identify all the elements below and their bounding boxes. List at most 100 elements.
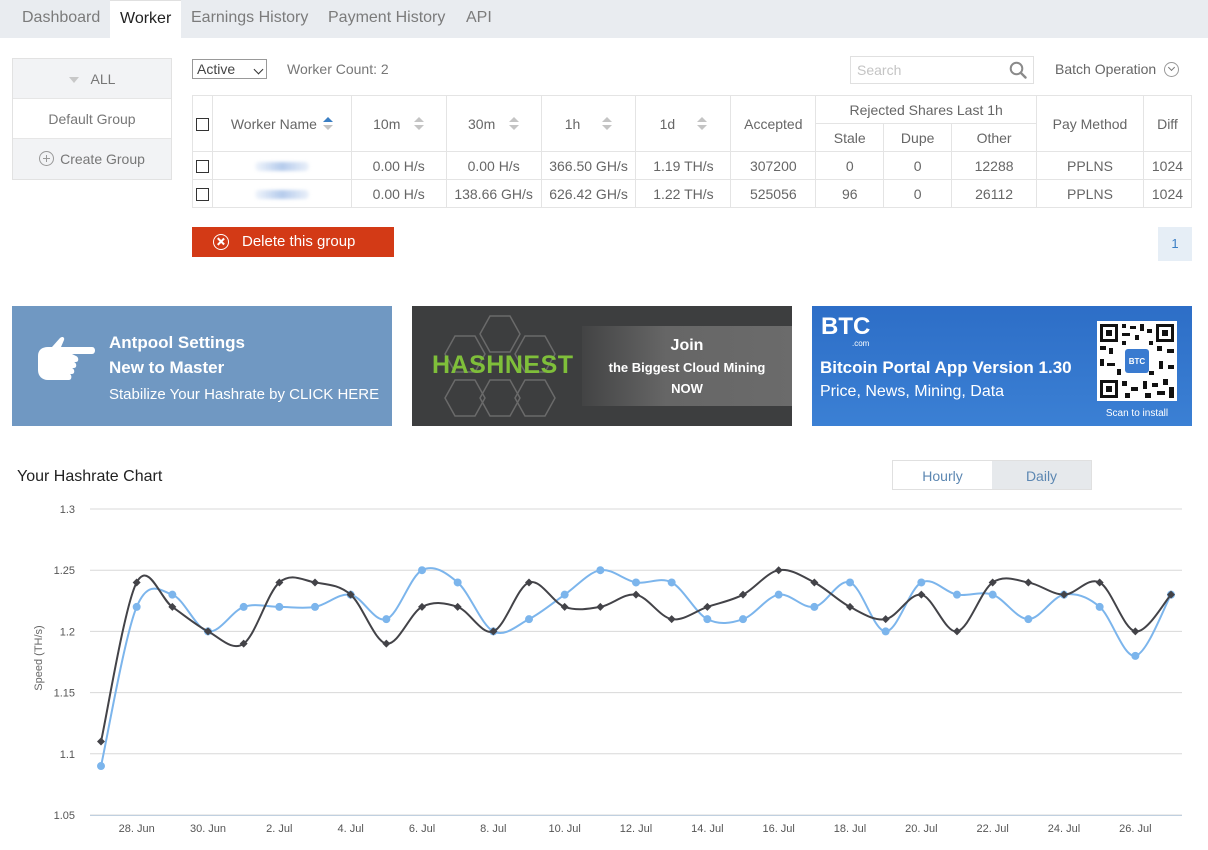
data-point (382, 639, 391, 648)
col-10m[interactable]: 10m (350, 95, 447, 152)
redacted-worker-name (254, 190, 309, 200)
data-point (239, 602, 248, 611)
cell-accepted: 307200 (730, 151, 817, 180)
data-point (632, 590, 640, 599)
x-tick-label: 2. Jul (266, 823, 292, 835)
data-point (703, 615, 712, 624)
worker-table: Worker Name 10m 30m 1h 1d Accepted Rejec… (192, 95, 1193, 208)
data-point (988, 590, 997, 599)
tab-dashboard[interactable]: Dashboard (22, 0, 100, 38)
antpool-banner-line2: New to Master (109, 358, 225, 377)
group-list: ALL Default Group Create Group (12, 58, 172, 180)
col-1h[interactable]: 1h (540, 95, 637, 152)
row-checkbox[interactable] (195, 188, 209, 202)
pointing-hand-icon (38, 336, 95, 380)
chevron-circle-down-icon (1164, 62, 1180, 77)
create-group-label: Create Group (60, 151, 145, 167)
search-input[interactable] (851, 57, 1001, 83)
hashnest-banner[interactable]: HASHNEST Join the Biggest Cloud Mining N… (412, 306, 792, 426)
pagination-page-1[interactable]: 1 (1158, 227, 1192, 261)
status-select[interactable]: Active (192, 59, 267, 79)
tab-api[interactable]: API (466, 0, 492, 38)
y-tick-label: 1.25 (54, 565, 75, 577)
btc-portal-banner[interactable]: BTC .com Bitcoin Portal App Version 1.30… (812, 306, 1192, 426)
data-point (97, 762, 105, 771)
y-tick-label: 1.1 (60, 749, 75, 761)
delete-group-button[interactable]: Delete this group (192, 227, 394, 257)
cell-diff: 1024 (1142, 151, 1193, 180)
group-item-label: ALL (90, 71, 116, 87)
hashnest-banner-line1: Join (670, 337, 704, 354)
data-point (953, 627, 961, 636)
worker-name-cell[interactable] (211, 151, 352, 180)
row-checkbox[interactable] (195, 160, 209, 174)
y-tick-label: 1.2 (60, 626, 75, 638)
group-item-default[interactable]: Default Group (13, 99, 171, 139)
col-label: Worker Name (230, 115, 317, 132)
tab-earnings-history[interactable]: Earnings History (191, 0, 308, 38)
x-tick-label: 18. Jul (834, 823, 866, 835)
row-select-cell (192, 151, 213, 180)
cell-10m: 0.00 H/s (350, 151, 447, 180)
close-circle-icon (213, 234, 229, 250)
search-box (850, 56, 1034, 84)
chart-grid (90, 508, 1182, 816)
data-point (1131, 627, 1140, 636)
tab-payment-history[interactable]: Payment History (328, 0, 445, 38)
data-point (846, 578, 854, 587)
hashnest-logo: HASHNEST (432, 351, 574, 379)
redacted-worker-name (254, 162, 309, 172)
data-point (132, 602, 141, 611)
y-tick-label: 1.3 (60, 504, 75, 516)
col-30m[interactable]: 30m (445, 95, 542, 152)
batch-operation-button[interactable]: Batch Operation (1055, 61, 1180, 77)
cell-dupe: 0 (883, 151, 953, 180)
data-point (1131, 651, 1140, 660)
chart-title: Your Hashrate Chart (17, 468, 163, 485)
cell-pay-method: PPLNS (1036, 151, 1144, 180)
y-tick-label: 1.15 (54, 688, 75, 700)
tab-worker[interactable]: Worker (110, 0, 182, 38)
x-tick-label: 4. Jul (338, 823, 364, 835)
x-tick-label: 26. Jul (1119, 823, 1151, 835)
data-point (917, 590, 926, 599)
x-tick-label: 20. Jul (905, 823, 937, 835)
btc-logo: BTC (821, 313, 871, 340)
col-1d[interactable]: 1d (635, 95, 732, 152)
data-point (1095, 602, 1104, 611)
sort-icon (509, 116, 520, 131)
data-point (1024, 578, 1033, 587)
data-point (953, 590, 961, 599)
data-point (632, 578, 640, 587)
data-point (810, 578, 819, 587)
data-point (275, 602, 284, 611)
data-point (703, 602, 712, 611)
cell-accepted: 525056 (730, 179, 817, 208)
search-icon[interactable] (1009, 61, 1027, 79)
select-all-checkbox[interactable] (195, 118, 209, 132)
cell-pay-method: PPLNS (1036, 179, 1144, 208)
data-point (453, 578, 462, 587)
cell-1h: 366.50 GH/s (540, 151, 637, 180)
toggle-daily[interactable]: Daily (992, 461, 1091, 489)
group-item-all[interactable]: ALL (13, 59, 171, 99)
x-axis-ticks: 28. Jun 30. Jun 2. Jul 4. Jul 6. Jul 8. Jul 10… (119, 823, 1152, 835)
cell-1h: 626.42 GH/s (540, 179, 637, 208)
data-point (560, 602, 569, 611)
col-pay-method: Pay Method (1036, 95, 1144, 152)
x-tick-label: 30. Jun (190, 823, 226, 835)
antpool-settings-banner[interactable]: Antpool Settings New to Master Stabilize… (12, 306, 392, 426)
col-worker-name[interactable]: Worker Name (211, 95, 352, 152)
cell-30m: 138.66 GH/s (445, 179, 542, 208)
worker-name-cell[interactable] (211, 179, 352, 208)
x-tick-label: 12. Jul (620, 823, 652, 835)
data-point (97, 737, 105, 746)
top-nav: Dashboard Worker Earnings History Paymen… (0, 0, 1208, 38)
hashrate-chart: 1.05 1.1 1.15 1.2 1.25 1.3 28. Jun 30. Jun 2. J… (33, 504, 1182, 835)
antpool-banner-line3: Stabilize Your Hashrate by CLICK HERE (109, 386, 380, 403)
x-tick-label: 14. Jul (691, 823, 723, 835)
create-group-button[interactable]: Create Group (13, 139, 171, 179)
x-tick-label: 24. Jul (1048, 823, 1080, 835)
scan-to-install-label: Scan to install (1105, 408, 1169, 419)
toggle-hourly[interactable]: Hourly (893, 461, 992, 489)
